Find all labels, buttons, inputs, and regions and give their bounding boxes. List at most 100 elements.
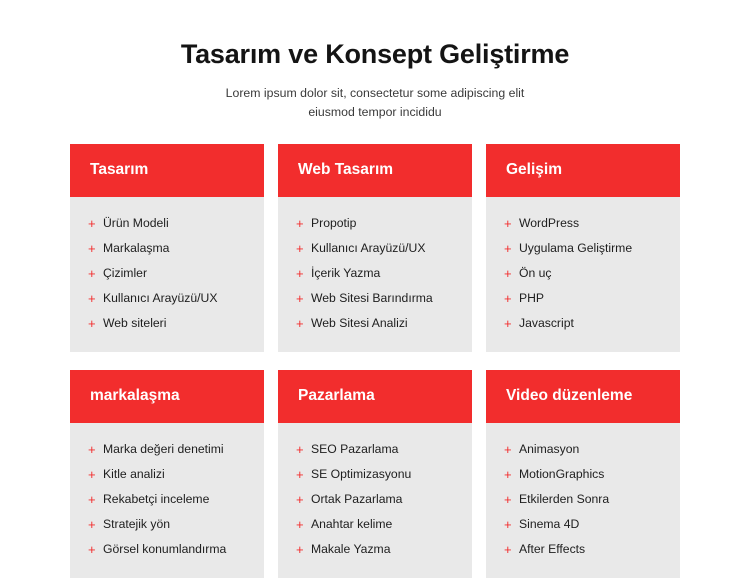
list-item-label: Sinema 4D xyxy=(519,516,580,531)
service-card: Web Tasarım + Propotip + Kullanıcı Arayüzü… xyxy=(278,144,472,353)
service-card-grid: Tasarım + Ürün Modeli + Markalaşma + Çiziml… xyxy=(70,144,680,579)
card-title: Tasarım xyxy=(70,144,264,198)
list-item-label: Görsel konumlandırma xyxy=(103,541,227,556)
list-item: + After Effects xyxy=(504,537,664,562)
plus-icon: + xyxy=(88,541,96,557)
card-body: + WordPress + Uygulama Geliştirme + Ön uç +… xyxy=(486,197,680,352)
list-item: + MotionGraphics xyxy=(504,462,664,487)
plus-icon: + xyxy=(88,265,96,281)
card-body: + Marka değeri denetimi + Kitle analizi + R… xyxy=(70,423,264,578)
list-item: + Ürün Modeli xyxy=(88,211,248,236)
list-item-label: WordPress xyxy=(519,215,580,230)
card-body: + Propotip + Kullanıcı Arayüzü/UX + İçerik … xyxy=(278,197,472,352)
list-item-label: Rekabetçi inceleme xyxy=(103,491,210,506)
list-item: + Çizimler xyxy=(88,261,248,286)
plus-icon: + xyxy=(504,215,512,231)
list-item: + İçerik Yazma xyxy=(296,261,456,286)
list-item: + Sinema 4D xyxy=(504,512,664,537)
list-item: + Ön uç xyxy=(504,261,664,286)
card-body: + Animasyon + MotionGraphics + Etkilerden S… xyxy=(486,423,680,578)
plus-icon: + xyxy=(504,265,512,281)
list-item: + PHP xyxy=(504,286,664,311)
list-item-label: Web Sitesi Barındırma xyxy=(311,290,433,305)
plus-icon: + xyxy=(296,516,304,532)
plus-icon: + xyxy=(296,290,304,306)
list-item: + Etkilerden Sonra xyxy=(504,487,664,512)
list-item: + Stratejik yön xyxy=(88,512,248,537)
list-item-label: Anahtar kelime xyxy=(311,516,393,531)
plus-icon: + xyxy=(504,290,512,306)
plus-icon: + xyxy=(504,491,512,507)
card-title: markalaşma xyxy=(70,370,264,423)
list-item: + WordPress xyxy=(504,211,664,236)
list-item: + Javascript xyxy=(504,311,664,336)
plus-icon: + xyxy=(296,265,304,281)
list-item-label: Kullanıcı Arayüzü/UX xyxy=(311,240,426,255)
list-item: + Web siteleri xyxy=(88,311,248,336)
list-item: + Kitle analizi xyxy=(88,462,248,487)
plus-icon: + xyxy=(296,541,304,557)
list-item: + Markalaşma xyxy=(88,236,248,261)
plus-icon: + xyxy=(88,290,96,306)
plus-icon: + xyxy=(296,466,304,482)
plus-icon: + xyxy=(88,441,96,457)
list-item: + Rekabetçi inceleme xyxy=(88,487,248,512)
feature-list: + Marka değeri denetimi + Kitle analizi + R… xyxy=(88,437,248,562)
list-item: + Uygulama Geliştirme xyxy=(504,236,664,261)
list-item-label: After Effects xyxy=(519,541,586,556)
plus-icon: + xyxy=(504,516,512,532)
list-item-label: Kullanıcı Arayüzü/UX xyxy=(103,290,218,305)
service-card: Tasarım + Ürün Modeli + Markalaşma + Çiziml… xyxy=(70,144,264,353)
feature-list: + WordPress + Uygulama Geliştirme + Ön uç +… xyxy=(504,211,664,336)
plus-icon: + xyxy=(296,240,304,256)
list-item-label: Stratejik yön xyxy=(103,516,171,531)
list-item-label: Marka değeri denetimi xyxy=(103,441,224,456)
list-item: + Makale Yazma xyxy=(296,537,456,562)
plus-icon: + xyxy=(296,315,304,331)
list-item-label: Animasyon xyxy=(519,441,580,456)
list-item: + Web Sitesi Analizi xyxy=(296,311,456,336)
feature-list: + SEO Pazarlama + SE Optimizasyonu + Ortak … xyxy=(296,437,456,562)
card-title: Web Tasarım xyxy=(278,144,472,198)
list-item-label: SE Optimizasyonu xyxy=(311,466,412,481)
page-subtitle: Lorem ipsum dolor sit, consectetur some … xyxy=(160,84,590,122)
card-title: Video düzenleme xyxy=(486,370,680,423)
page-root: Tasarım ve Konsept Geliştirme Lorem ipsu… xyxy=(0,0,750,579)
plus-icon: + xyxy=(88,240,96,256)
list-item-label: Ortak Pazarlama xyxy=(311,491,403,506)
card-title: Gelişim xyxy=(486,144,680,198)
page-title: Tasarım ve Konsept Geliştirme xyxy=(180,39,570,69)
service-card: Gelişim + WordPress + Uygulama Geliştirme … xyxy=(486,144,680,353)
plus-icon: + xyxy=(88,315,96,331)
list-item-label: Çizimler xyxy=(103,265,148,280)
list-item: + Marka değeri denetimi xyxy=(88,437,248,462)
list-item: + SEO Pazarlama xyxy=(296,437,456,462)
plus-icon: + xyxy=(504,541,512,557)
card-body: + Ürün Modeli + Markalaşma + Çizimler + Kull… xyxy=(70,197,264,352)
list-item: + Web Sitesi Barındırma xyxy=(296,286,456,311)
plus-icon: + xyxy=(88,215,96,231)
plus-icon: + xyxy=(504,466,512,482)
plus-icon: + xyxy=(504,240,512,256)
list-item-label: Ön uç xyxy=(519,265,552,280)
list-item-label: Makale Yazma xyxy=(311,541,391,556)
service-card: Video düzenleme + Animasyon + MotionGraphi… xyxy=(486,370,680,579)
plus-icon: + xyxy=(88,466,96,482)
feature-list: + Animasyon + MotionGraphics + Etkilerden S… xyxy=(504,437,664,562)
plus-icon: + xyxy=(296,215,304,231)
list-item: + SE Optimizasyonu xyxy=(296,462,456,487)
list-item-label: PHP xyxy=(519,290,545,305)
list-item: + Görsel konumlandırma xyxy=(88,537,248,562)
list-item: + Animasyon xyxy=(504,437,664,462)
list-item-label: MotionGraphics xyxy=(519,466,605,481)
plus-icon: + xyxy=(296,491,304,507)
list-item: + Kullanıcı Arayüzü/UX xyxy=(88,286,248,311)
list-item-label: Propotip xyxy=(311,215,357,230)
card-body: + SEO Pazarlama + SE Optimizasyonu + Ortak … xyxy=(278,423,472,578)
service-card: Pazarlama + SEO Pazarlama + SE Optimizasyo… xyxy=(278,370,472,579)
plus-icon: + xyxy=(296,441,304,457)
list-item-label: Etkilerden Sonra xyxy=(519,491,610,506)
plus-icon: + xyxy=(504,441,512,457)
list-item-label: Web Sitesi Analizi xyxy=(311,315,408,330)
list-item: + Kullanıcı Arayüzü/UX xyxy=(296,236,456,261)
